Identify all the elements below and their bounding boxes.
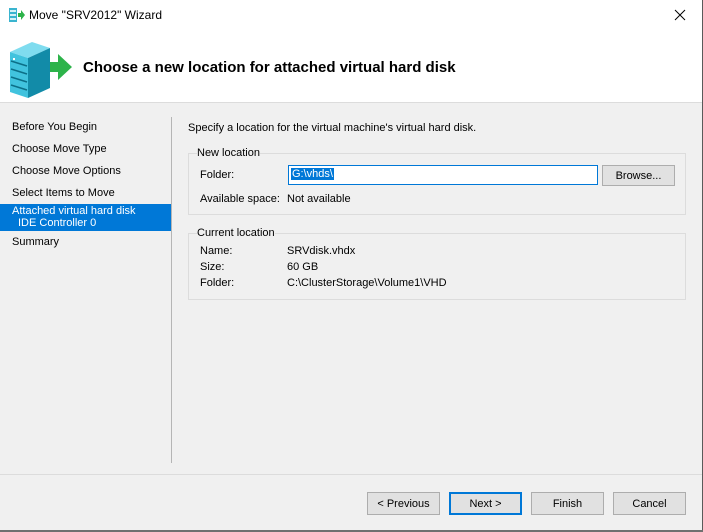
- cancel-button[interactable]: Cancel: [613, 492, 686, 515]
- folder-input-value: G:\vhds\: [291, 168, 334, 180]
- sidebar-divider: [171, 117, 172, 463]
- size-value: 60 GB: [287, 261, 319, 273]
- current-location-group: Current location: [188, 227, 686, 300]
- finish-button[interactable]: Finish: [531, 492, 604, 515]
- page-title: Choose a new location for attached virtu…: [83, 59, 456, 76]
- step-sublabel: IDE Controller 0: [18, 217, 97, 229]
- close-icon: [674, 9, 686, 21]
- browse-button[interactable]: Browse...: [602, 165, 675, 186]
- group-title: New location: [197, 147, 260, 159]
- next-button[interactable]: Next >: [449, 492, 522, 515]
- server-move-icon: [10, 42, 72, 98]
- wizard-steps: Before You Begin Choose Move Type Choose…: [0, 116, 171, 253]
- server-move-icon: [9, 8, 25, 22]
- available-space-value: Not available: [287, 193, 351, 205]
- close-button[interactable]: [657, 0, 703, 30]
- name-value: SRVdisk.vhdx: [287, 245, 356, 257]
- step-summary[interactable]: Summary: [0, 231, 171, 253]
- intro-text-wrap: Specify a location for the virtual machi…: [188, 122, 476, 134]
- name-label: Name:: [200, 245, 233, 257]
- step-label: Select Items to Move: [12, 187, 115, 199]
- size-label: Size:: [200, 261, 225, 273]
- step-choose-move-options[interactable]: Choose Move Options: [0, 160, 171, 182]
- step-label: Choose Move Options: [12, 165, 121, 177]
- step-label: Choose Move Type: [12, 143, 107, 155]
- step-select-items[interactable]: Select Items to Move: [0, 182, 171, 204]
- available-space-label: Available space:: [200, 193, 280, 205]
- step-before-you-begin[interactable]: Before You Begin: [0, 116, 171, 138]
- previous-button[interactable]: < Previous: [367, 492, 440, 515]
- step-attached-virtual-hard-disk[interactable]: Attached virtual hard disk IDE Controlle…: [0, 204, 171, 231]
- step-label: Attached virtual hard disk: [12, 205, 136, 217]
- folder-input[interactable]: G:\vhds\: [288, 165, 598, 185]
- group-title: Current location: [197, 227, 275, 239]
- step-label: Summary: [12, 236, 60, 248]
- current-folder-value: C:\ClusterStorage\Volume1\VHD: [287, 277, 447, 289]
- step-choose-move-type[interactable]: Choose Move Type: [0, 138, 171, 160]
- intro-text: Specify a location for the virtual machi…: [188, 122, 477, 134]
- footer-divider: [0, 474, 702, 475]
- window-title: Move "SRV2012" Wizard: [29, 8, 163, 22]
- wizard-header: Choose a new location for attached virtu…: [0, 30, 703, 103]
- folder-label: Folder:: [200, 169, 235, 181]
- title-bar: Move "SRV2012" Wizard: [0, 0, 703, 30]
- step-label: Before You Begin: [12, 121, 98, 133]
- current-folder-label: Folder:: [200, 277, 235, 289]
